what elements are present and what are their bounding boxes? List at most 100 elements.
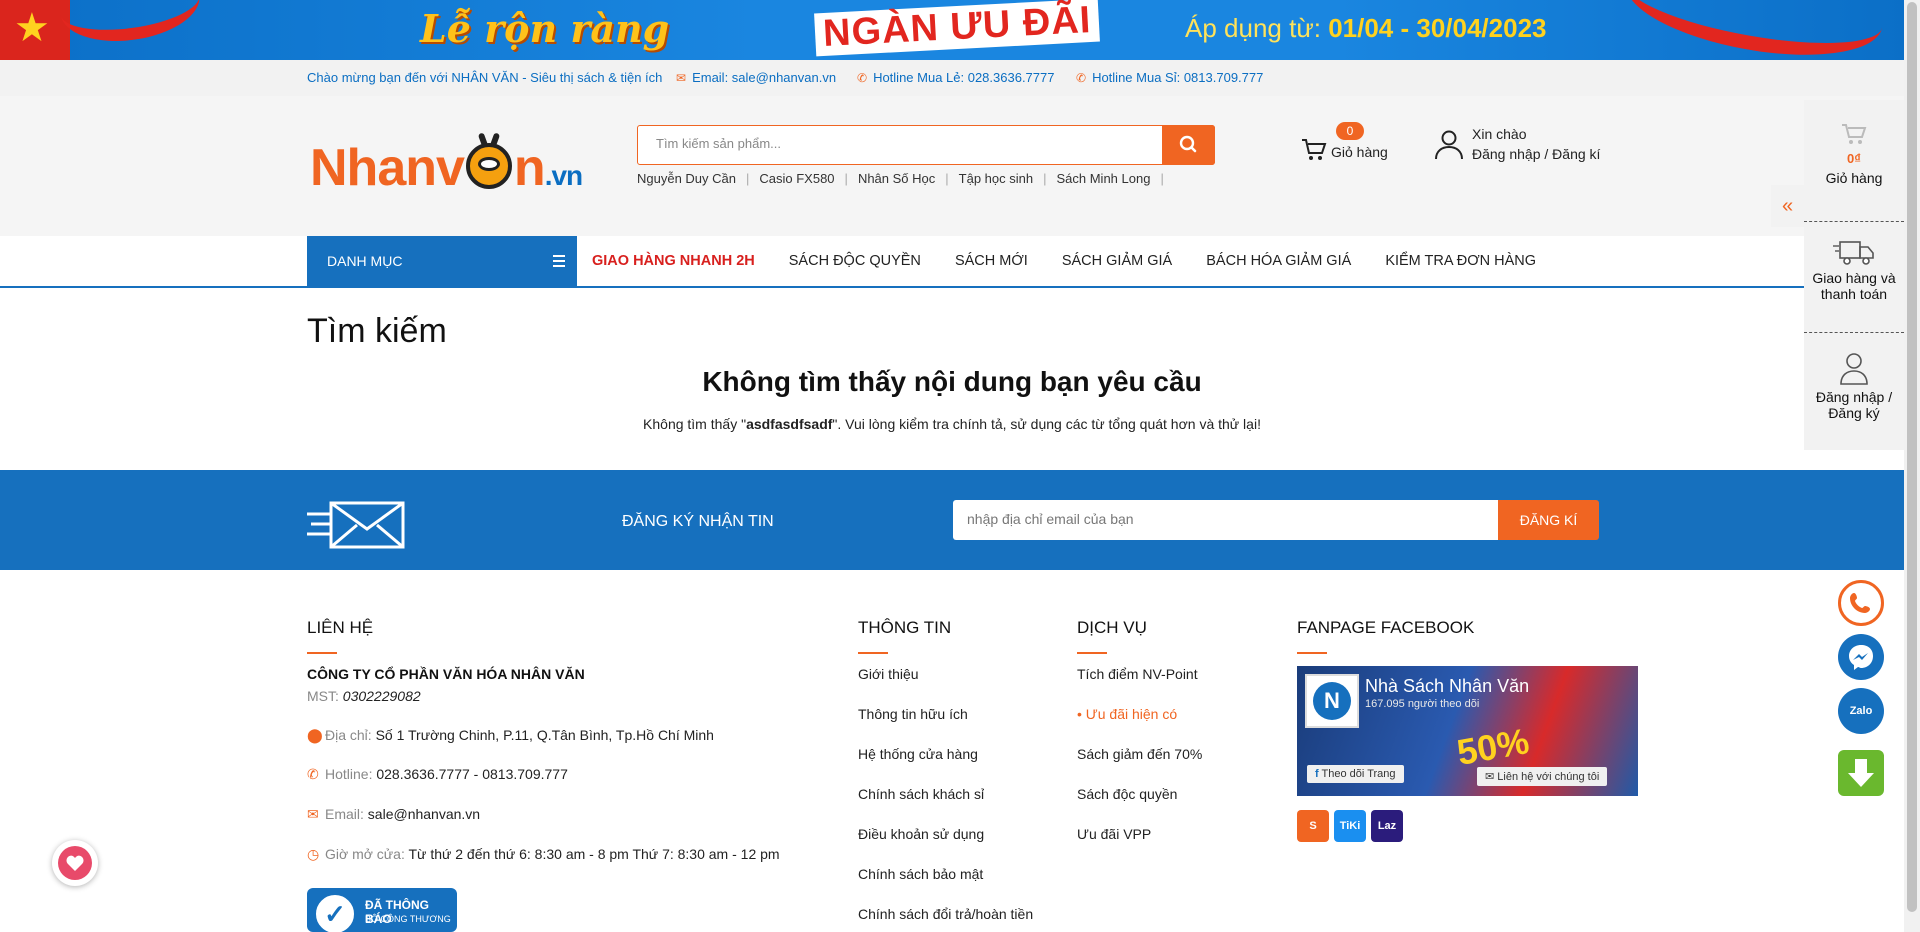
page-scrollbar[interactable]: [1904, 0, 1920, 932]
star-icon: ★: [14, 6, 50, 50]
footer-link[interactable]: Tích điểm NV-Point: [1077, 666, 1202, 706]
search-button[interactable]: [1162, 125, 1215, 165]
side-login[interactable]: Đăng nhập / Đăng ký: [1804, 334, 1904, 450]
footer-link[interactable]: Chính sách khách sỉ: [858, 786, 1033, 826]
side-shipping-label: Giao hàng và thanh toán: [1812, 270, 1896, 302]
fb-follow-button[interactable]: f Theo dõi Trang: [1307, 765, 1404, 783]
cart-count-badge: 0: [1336, 122, 1364, 140]
nav-link-order-check[interactable]: KIỂM TRA ĐƠN HÀNG: [1385, 253, 1536, 269]
ministry-registration-badge[interactable]: ✓ ĐÃ THÔNG BÁO BỘ CÔNG THƯƠNG: [307, 888, 457, 932]
footer-email[interactable]: ✉ Email: sale@nhanvan.vn: [307, 806, 480, 823]
lazada-icon[interactable]: Laz: [1371, 810, 1403, 842]
page-logo: N: [1305, 674, 1359, 728]
shopee-icon[interactable]: S: [1297, 810, 1329, 842]
footer-link[interactable]: Điều khoản sử dụng: [858, 826, 1033, 866]
fb-page-name: Nhà Sách Nhân Văn: [1365, 676, 1530, 696]
greeting-text: Xin chào: [1472, 126, 1527, 142]
phone-icon: [1850, 593, 1870, 613]
promo-banner[interactable]: ★ Lễ rộn ràng NGÀN ƯU ĐÃI Áp dụng từ: 01…: [0, 0, 1904, 60]
main-nav: DANH MỤC GIAO HÀNG NHANH 2H SÁCH ĐỘC QUY…: [0, 236, 1904, 288]
collapse-panel-button[interactable]: «: [1771, 185, 1804, 227]
envelope-icon: [307, 501, 405, 549]
side-cart-label: Giỏ hàng: [1825, 170, 1883, 186]
footer-link[interactable]: Giới thiệu: [858, 666, 1033, 706]
mail-icon: ✉: [307, 806, 319, 822]
tiki-icon[interactable]: TiKi: [1334, 810, 1366, 842]
sticky-side-panel: 0₫ Giỏ hàng Giao hàng và thanh toán Đăng…: [1804, 100, 1904, 450]
user-icon: [1435, 130, 1463, 160]
zalo-button[interactable]: Zalo: [1838, 688, 1884, 734]
suggestion-link[interactable]: Sách Minh Long: [1056, 171, 1150, 186]
ribbon-decoration: [1618, 0, 1890, 60]
nav-link-discount-goods[interactable]: BÁCH HÓA GIẢM GIÁ: [1206, 253, 1351, 269]
phone-icon: ✆: [857, 71, 868, 85]
cart-label: Giỏ hàng: [1331, 144, 1388, 160]
side-login-label: Đăng nhập / Đăng ký: [1815, 389, 1893, 421]
footer-service-links: Tích điểm NV-Point • Ưu đãi hiện có Sách…: [1077, 666, 1202, 866]
messenger-button[interactable]: [1838, 634, 1884, 680]
double-chevron-left-icon: «: [1781, 195, 1794, 217]
topbar-hotline-wholesale[interactable]: ✆ Hotline Mua Sỉ: 0813.709.777: [1076, 70, 1263, 85]
search-input[interactable]: [656, 136, 1136, 151]
footer-hotline[interactable]: ✆ Hotline: 028.3636.7777 - 0813.709.777: [307, 766, 568, 783]
fb-contact-button[interactable]: ✉ Liên hệ với chúng tôi: [1477, 767, 1608, 786]
download-arrow-icon: [1848, 759, 1874, 787]
search-icon: [1179, 135, 1197, 153]
footer-link[interactable]: Sách độc quyền: [1077, 786, 1202, 826]
welcome-text: Chào mừng bạn đến với NHÂN VĂN - Siêu th…: [307, 70, 663, 85]
newsletter-field: [953, 500, 1499, 540]
wishlist-button[interactable]: [52, 840, 98, 886]
category-menu-button[interactable]: DANH MỤC: [307, 236, 577, 288]
download-button[interactable]: [1838, 750, 1884, 796]
cart-icon: [1302, 139, 1327, 160]
side-cart-price: 0₫: [1847, 151, 1861, 166]
nav-link-fast-delivery[interactable]: GIAO HÀNG NHANH 2H: [592, 253, 755, 269]
call-button[interactable]: [1838, 580, 1884, 626]
topbar-hotline-retail[interactable]: ✆ Hotline Mua Lẻ: 028.3636.7777: [857, 70, 1054, 85]
facebook-page-widget[interactable]: N Nhà Sách Nhân Văn 167.095 người theo d…: [1297, 666, 1638, 796]
nav-link-exclusive-books[interactable]: SÁCH ĐỘC QUYỀN: [789, 253, 921, 269]
fb-cover-sale: 50%: [1453, 720, 1532, 773]
vietnam-flag: ★: [0, 0, 70, 60]
footer-link[interactable]: Sách giảm đến 70%: [1077, 746, 1202, 786]
messenger-icon: [1849, 645, 1873, 670]
footer-link[interactable]: Chính sách đổi trả/hoàn tiền: [858, 906, 1033, 932]
category-label: DANH MỤC: [327, 253, 403, 269]
footer-link-active[interactable]: • Ưu đãi hiện có: [1077, 706, 1202, 746]
newsletter-subscribe-button[interactable]: ĐĂNG KÍ: [1498, 500, 1599, 540]
footer-info-title: THÔNG TIN: [858, 618, 952, 654]
newsletter-email-input[interactable]: [967, 511, 1467, 527]
footer-link[interactable]: Hệ thống cửa hàng: [858, 746, 1033, 786]
phone-icon: ✆: [307, 766, 319, 782]
checkmark-icon: ✓: [313, 892, 357, 932]
topbar-email[interactable]: ✉ Email: sale@nhanvan.vn: [676, 70, 836, 85]
not-found-message: Không tìm thấy "asdfasdfsadf". Vui lòng …: [643, 416, 1261, 432]
footer-link[interactable]: Ưu đãi VPP: [1077, 826, 1202, 866]
suggestion-link[interactable]: Tập học sinh: [959, 171, 1033, 186]
footer-link[interactable]: Thông tin hữu ích: [858, 706, 1033, 746]
header-cart[interactable]: 0 Giỏ hàng: [1300, 122, 1400, 162]
footer-address: ⬤ Địa chỉ: Số 1 Trường Chinh, P.11, Q.Tân…: [307, 727, 714, 743]
scrollbar-thumb[interactable]: [1907, 2, 1917, 912]
promo-dates: Áp dụng từ: 01/04 - 30/04/2023: [1185, 13, 1547, 43]
user-icon: [1840, 353, 1868, 385]
side-cart[interactable]: 0₫ Giỏ hàng: [1804, 100, 1904, 222]
nav-link-new-books[interactable]: SÁCH MỚI: [955, 253, 1028, 269]
nav-link-discount-books[interactable]: SÁCH GIẢM GIÁ: [1062, 253, 1172, 269]
clock-icon: ◷: [307, 846, 320, 862]
location-pin-icon: ⬤: [307, 727, 323, 743]
hamburger-icon: [553, 255, 565, 270]
footer-contact-title: LIÊN HỆ: [307, 618, 374, 654]
login-link[interactable]: Đăng nhập / Đăng kí: [1472, 146, 1600, 162]
footer-link[interactable]: Chính sách bảo mật: [858, 866, 1033, 906]
suggestion-link[interactable]: Nhân Số Học: [858, 171, 935, 186]
site-logo[interactable]: Nhanv n.vn: [310, 138, 583, 198]
fb-followers: 167.095 người theo dõi: [1365, 698, 1480, 710]
search-query: asdfasdfsadf: [746, 416, 833, 432]
suggestion-link[interactable]: Casio FX580: [759, 171, 834, 186]
marketplace-links: S TiKi Laz: [1297, 810, 1408, 842]
side-shipping[interactable]: Giao hàng và thanh toán: [1804, 223, 1904, 333]
phone-icon: ✆: [1076, 71, 1087, 85]
suggestion-link[interactable]: Nguyễn Duy Cần: [637, 171, 736, 186]
not-found-heading: Không tìm thấy nội dung bạn yêu cầu: [702, 366, 1202, 397]
